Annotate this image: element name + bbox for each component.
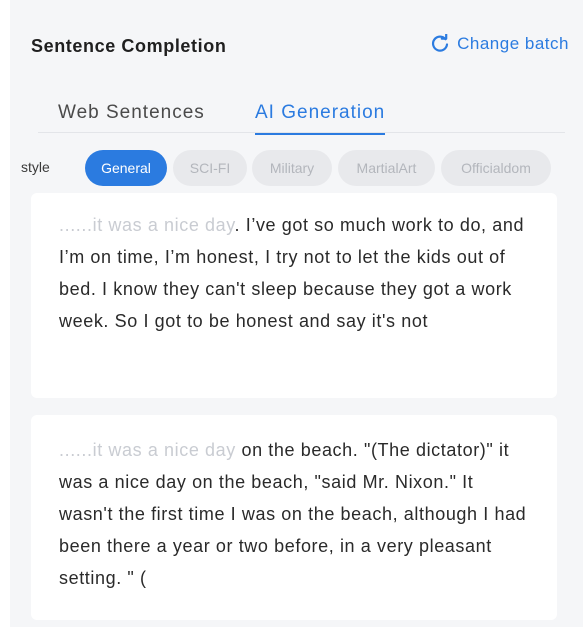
change-batch-label: Change batch xyxy=(457,34,569,53)
panel-header: Sentence Completion Change batch xyxy=(31,33,569,60)
tab-ai-generation[interactable]: AI Generation xyxy=(255,102,386,135)
result-card[interactable]: ......it was a nice day. I’ve got so muc… xyxy=(31,193,557,398)
result-card[interactable]: ......it was a nice day on the beach. "(… xyxy=(31,415,557,620)
page-title: Sentence Completion xyxy=(31,36,227,56)
style-chip-sci-fi[interactable]: SCI-FI xyxy=(173,150,247,186)
style-chip-martialart[interactable]: MartialArt xyxy=(338,150,435,186)
style-filter: style General SCI-FI Military MartialArt… xyxy=(10,150,583,188)
tab-bar: Web Sentences AI Generation xyxy=(38,96,565,135)
change-batch-button[interactable]: Change batch xyxy=(430,33,569,54)
tab-web-sentences[interactable]: Web Sentences xyxy=(58,102,205,124)
style-chip-officialdom[interactable]: Officialdom xyxy=(441,150,551,186)
completion-text: on the beach. "(The dictator)" it was a … xyxy=(59,440,527,588)
style-chip-general[interactable]: General xyxy=(85,150,167,186)
sentence-completion-panel: Sentence Completion Change batch Web Sen… xyxy=(10,0,583,627)
style-chip-military[interactable]: Military xyxy=(252,150,332,186)
style-label: style xyxy=(21,159,50,175)
prompt-prefix: ......it was a nice day xyxy=(59,215,235,235)
prompt-prefix: ......it was a nice day xyxy=(59,440,236,460)
refresh-icon xyxy=(430,33,450,54)
